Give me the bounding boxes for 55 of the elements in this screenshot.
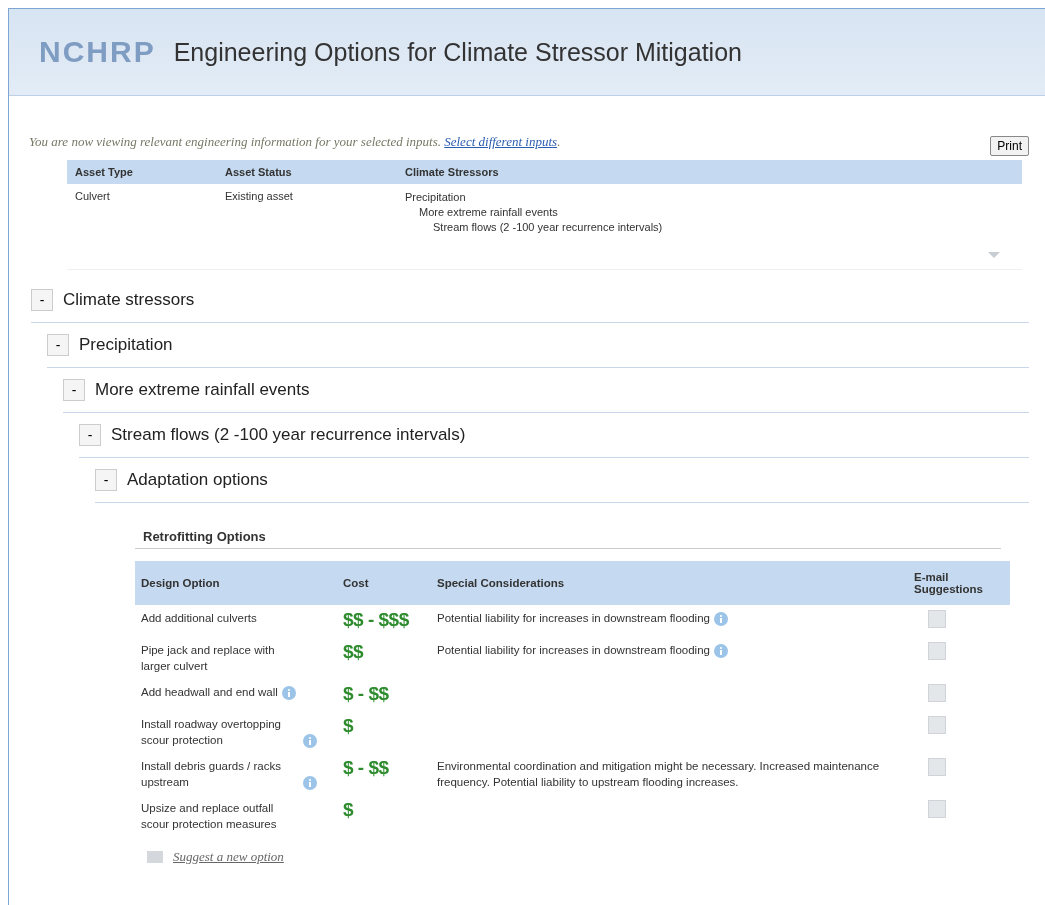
tree-heading: Climate stressors [63, 290, 195, 310]
cost-rating: $$ [343, 641, 364, 662]
logo: NCHRP [39, 35, 156, 69]
checkbox[interactable] [928, 758, 946, 776]
page-title: Engineering Options for Climate Stressor Mitigation [173, 37, 742, 67]
column-header: Special Considerations [431, 561, 908, 605]
cost-rating: $ [343, 715, 354, 736]
tree-heading: Adaptation options [127, 470, 268, 490]
info-icon[interactable] [303, 733, 317, 748]
info-icon[interactable] [281, 685, 296, 700]
collapse-toggle[interactable]: - [63, 379, 85, 401]
section-title: Retrofitting Options [135, 515, 1001, 549]
checkbox[interactable] [928, 684, 946, 702]
column-header: E-mail Suggestions [908, 561, 1010, 605]
caret-icon [988, 252, 1000, 258]
info-icon[interactable] [713, 643, 728, 658]
column-header: Design Option [135, 561, 337, 605]
column-header: Asset Type [75, 166, 134, 178]
checkbox[interactable] [928, 800, 946, 818]
stressor-text: Precipitation [405, 190, 467, 205]
cost-rating: $$ - $$$ [343, 609, 409, 630]
table-cell-text: Add additional culverts [141, 611, 257, 626]
tree-heading: Stream flows (2 -100 year recurrence intervals) [111, 425, 466, 445]
table-cell-text: Potential liability for increases in downstream flooding [437, 611, 710, 626]
table-cell-text: Existing asset [225, 190, 294, 204]
suggest-option-link[interactable]: Suggest a new option [173, 849, 284, 865]
cost-rating: $ [343, 799, 354, 820]
collapse-toggle[interactable]: - [79, 424, 101, 446]
tree-heading: More extreme rainfall events [95, 380, 310, 400]
column-header: Climate Stressors [405, 166, 500, 178]
table-cell-text: Install roadway overtopping scour protection [141, 717, 282, 748]
info-icon[interactable] [303, 775, 317, 790]
checkbox[interactable] [928, 716, 946, 734]
intro-text: You are now viewing relevant engineering information for your selected inputs. Select different inputs. [29, 134, 561, 150]
column-header: Cost [337, 561, 431, 605]
tree-heading: Precipitation [79, 335, 173, 355]
stressor-text: Stream flows (2 -100 year recurrence intervals) [432, 220, 664, 235]
table-cell-text: Install debris guards / racks upstream [141, 759, 282, 790]
print-button[interactable]: Print [990, 136, 1029, 156]
collapse-toggle[interactable]: - [95, 469, 117, 491]
collapse-toggle[interactable]: - [47, 334, 69, 356]
checkbox[interactable] [928, 642, 946, 660]
table-cell-text: Pipe jack and replace with larger culvert [141, 643, 276, 674]
table-cell-text: Potential liability for increases in downstream flooding [437, 643, 710, 658]
table-cell-text: Environmental coordination and mitigation might be necessary. Increased maintenance frequency. Potential liability to upstream flooding increases. [437, 759, 881, 790]
cost-rating: $ - $$ [343, 757, 389, 778]
checkbox[interactable] [928, 610, 946, 628]
table-cell-text: Culvert [75, 190, 111, 204]
info-icon[interactable] [713, 611, 728, 626]
cost-rating: $ - $$ [343, 683, 389, 704]
table-cell-text: Add headwall and end wall [141, 685, 278, 700]
collapse-toggle[interactable]: - [31, 289, 53, 311]
column-header: Asset Status [225, 166, 293, 178]
table-cell-text: Upsize and replace outfall scour protection measures [141, 801, 278, 832]
stressor-text: More extreme rainfall events [418, 205, 559, 220]
